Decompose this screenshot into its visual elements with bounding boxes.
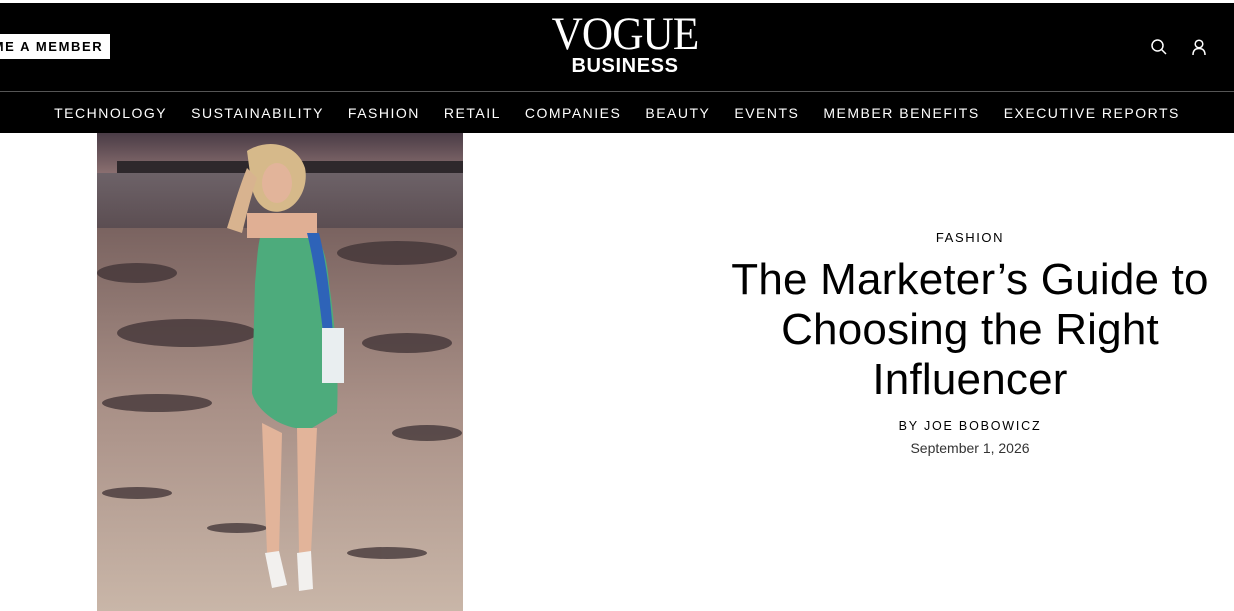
article-title: The Marketer’s Guide to Choosing the Rig… — [731, 255, 1209, 404]
logo-vogue-text: VOGUE — [551, 8, 700, 60]
nav-item-retail[interactable]: RETAIL — [444, 105, 501, 121]
nav-item-technology[interactable]: TECHNOLOGY — [54, 105, 167, 121]
nav-item-beauty[interactable]: BEAUTY — [645, 105, 710, 121]
article-header: FASHION The Marketer’s Guide to Choosing… — [705, 230, 1234, 456]
nav-item-events[interactable]: EVENTS — [734, 105, 799, 121]
vogue-business-logo[interactable]: VOGUE BUSINESS — [540, 8, 710, 78]
site-header: ME A MEMBER VOGUE BUSINESS — [0, 3, 1234, 91]
search-icon[interactable] — [1150, 38, 1168, 56]
hero-image — [97, 133, 463, 611]
article-byline: BY JOE BOBOWICZ — [705, 419, 1234, 433]
nav-item-member-benefits[interactable]: MEMBER BENEFITS — [823, 105, 979, 121]
main-nav: TECHNOLOGY SUSTAINABILITY FASHION RETAIL… — [0, 92, 1234, 133]
author-link[interactable]: JOE BOBOWICZ — [924, 419, 1041, 433]
byline-prefix: BY — [898, 419, 919, 433]
nav-item-fashion[interactable]: FASHION — [348, 105, 420, 121]
article-category-link[interactable]: FASHION — [705, 230, 1234, 245]
become-member-button[interactable]: ME A MEMBER — [0, 34, 110, 59]
publish-date: September 1, 2026 — [910, 440, 1030, 456]
nav-item-companies[interactable]: COMPANIES — [525, 105, 621, 121]
account-icon[interactable] — [1190, 38, 1208, 56]
nav-item-sustainability[interactable]: SUSTAINABILITY — [191, 105, 324, 121]
nav-item-executive-reports[interactable]: EXECUTIVE REPORTS — [1004, 105, 1180, 121]
menu-edge-icon[interactable] — [1228, 38, 1234, 56]
